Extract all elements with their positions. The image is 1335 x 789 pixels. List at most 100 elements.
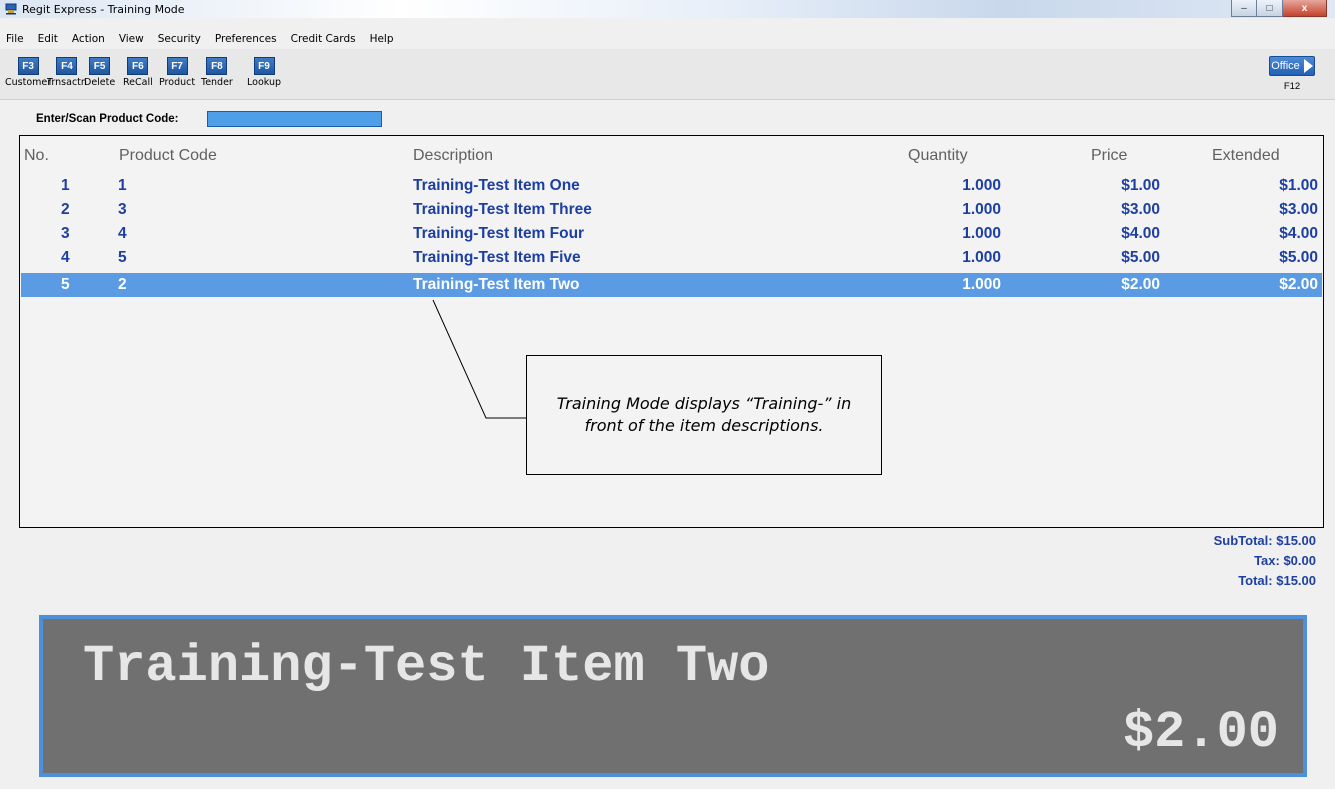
tool-label: Tender xyxy=(201,77,233,88)
register-icon xyxy=(5,3,17,15)
header-price: Price xyxy=(1091,147,1128,164)
product-code-input[interactable] xyxy=(207,111,382,127)
office-key-label: F12 xyxy=(1283,81,1301,92)
cell-no: 5 xyxy=(61,276,70,293)
recall-button[interactable]: F6 ReCall xyxy=(123,57,153,88)
pole-display: Training-Test Item Two $2.00 xyxy=(39,615,1307,777)
cell-quantity: 1.000 xyxy=(962,249,1001,266)
office-button-face[interactable]: Office xyxy=(1269,56,1315,76)
f4-key-icon: F4 xyxy=(56,57,78,75)
tax-label: Tax: xyxy=(1254,553,1280,568)
cell-no: 3 xyxy=(61,225,70,242)
cell-no: 4 xyxy=(61,249,70,266)
training-mode-callout: Training Mode displays “Training-” in fr… xyxy=(526,355,882,475)
lookup-button[interactable]: F9 Lookup xyxy=(247,57,281,88)
totals-panel: SubTotal: $15.00 Tax: $0.00 Total: $15.0… xyxy=(1214,531,1316,591)
menu-edit[interactable]: Edit xyxy=(38,33,58,45)
cell-description: Training-Test Item Four xyxy=(413,225,585,242)
cell-product-code: 1 xyxy=(118,177,127,194)
f7-key-icon: F7 xyxy=(166,57,188,75)
cell-price: $2.00 xyxy=(1121,276,1160,293)
table-row[interactable]: 2 3 Training-Test Item Three 1.000 $3.00… xyxy=(21,198,1322,222)
product-button[interactable]: F7 Product xyxy=(159,57,195,88)
cell-price: $5.00 xyxy=(1121,249,1160,266)
tool-label: Trnsactn xyxy=(47,77,87,88)
cell-description: Training-Test Item Two xyxy=(413,276,580,293)
subtotal-value: $15.00 xyxy=(1276,533,1316,548)
cell-price: $1.00 xyxy=(1121,177,1160,194)
cell-price: $3.00 xyxy=(1121,201,1160,218)
toolbar: F3 Customer F4 Trnsactn F5 Delete F6 ReC… xyxy=(0,49,1335,100)
tool-label: ReCall xyxy=(123,77,153,88)
cell-product-code: 2 xyxy=(118,276,127,293)
cell-extended: $4.00 xyxy=(1279,225,1318,242)
play-arrow-icon xyxy=(1303,59,1313,73)
title-bar: Regit Express - Training Mode – □ x xyxy=(0,0,1335,18)
tender-button[interactable]: F8 Tender xyxy=(201,57,233,88)
minimize-button[interactable]: – xyxy=(1231,0,1257,17)
subtotal-line: SubTotal: $15.00 xyxy=(1214,531,1316,551)
cell-quantity: 1.000 xyxy=(962,276,1001,293)
window-controls: – □ x xyxy=(1231,0,1327,17)
header-no: No. xyxy=(24,147,49,164)
tool-label: Product xyxy=(159,77,196,88)
table-row[interactable]: 1 1 Training-Test Item One 1.000 $1.00 $… xyxy=(21,174,1322,198)
cell-extended: $1.00 xyxy=(1279,177,1318,194)
menu-file[interactable]: File xyxy=(6,33,24,45)
cell-description: Training-Test Item Three xyxy=(413,201,592,218)
menu-bar: File Edit Action View Security Preferenc… xyxy=(0,30,1335,48)
header-quantity: Quantity xyxy=(908,147,968,164)
total-value: $15.00 xyxy=(1276,573,1316,588)
cell-price: $4.00 xyxy=(1121,225,1160,242)
f5-key-icon: F5 xyxy=(89,57,111,75)
customer-button[interactable]: F3 Customer xyxy=(5,57,51,88)
total-line: Total: $15.00 xyxy=(1214,571,1316,591)
cell-extended: $2.00 xyxy=(1279,276,1318,293)
delete-button[interactable]: F5 Delete xyxy=(84,57,115,88)
office-button[interactable]: Office F12 xyxy=(1269,56,1315,92)
cell-extended: $5.00 xyxy=(1279,249,1318,266)
maximize-button[interactable]: □ xyxy=(1257,0,1283,17)
close-button[interactable]: x xyxy=(1283,0,1327,17)
menu-action[interactable]: Action xyxy=(72,33,105,45)
table-row[interactable]: 4 5 Training-Test Item Five 1.000 $5.00 … xyxy=(21,246,1322,270)
menu-view[interactable]: View xyxy=(119,33,144,45)
transaction-button[interactable]: F4 Trnsactn xyxy=(47,57,87,88)
table-row-selected[interactable]: 5 2 Training-Test Item Two 1.000 $2.00 $… xyxy=(21,273,1322,297)
menu-preferences[interactable]: Preferences xyxy=(215,33,277,45)
header-extended: Extended xyxy=(1212,147,1280,164)
header-product-code: Product Code xyxy=(119,147,217,164)
grid-header: No. Product Code Description Quantity Pr… xyxy=(20,136,1323,174)
tax-line: Tax: $0.00 xyxy=(1214,551,1316,571)
f6-key-icon: F6 xyxy=(127,57,149,75)
office-label: Office xyxy=(1271,60,1300,72)
cell-no: 2 xyxy=(61,201,70,218)
callout-text: Training Mode displays “Training-” in fr… xyxy=(556,394,852,435)
menu-security[interactable]: Security xyxy=(158,33,201,45)
cell-quantity: 1.000 xyxy=(962,225,1001,242)
menu-credit-cards[interactable]: Credit Cards xyxy=(291,33,356,45)
cell-description: Training-Test Item Five xyxy=(413,249,581,266)
tool-label: Customer xyxy=(5,77,52,88)
f9-key-icon: F9 xyxy=(253,57,275,75)
cell-quantity: 1.000 xyxy=(962,177,1001,194)
subtotal-label: SubTotal: xyxy=(1213,533,1273,548)
pole-display-description: Training-Test Item Two xyxy=(83,637,770,696)
cell-product-code: 4 xyxy=(118,225,127,242)
tool-label: Delete xyxy=(84,77,116,88)
cell-product-code: 3 xyxy=(118,201,127,218)
f8-key-icon: F8 xyxy=(206,57,228,75)
pole-display-price: $2.00 xyxy=(1122,703,1279,762)
window-title: Regit Express - Training Mode xyxy=(22,3,185,16)
scan-label: Enter/Scan Product Code: xyxy=(36,113,179,125)
tax-value: $0.00 xyxy=(1283,553,1316,568)
menu-help[interactable]: Help xyxy=(370,33,394,45)
table-row[interactable]: 3 4 Training-Test Item Four 1.000 $4.00 … xyxy=(21,222,1322,246)
header-description: Description xyxy=(413,147,494,164)
cell-product-code: 5 xyxy=(118,249,127,266)
cell-extended: $3.00 xyxy=(1279,201,1318,218)
cell-description: Training-Test Item One xyxy=(413,177,580,194)
cell-quantity: 1.000 xyxy=(962,201,1001,218)
f3-key-icon: F3 xyxy=(17,57,39,75)
cell-no: 1 xyxy=(61,177,70,194)
